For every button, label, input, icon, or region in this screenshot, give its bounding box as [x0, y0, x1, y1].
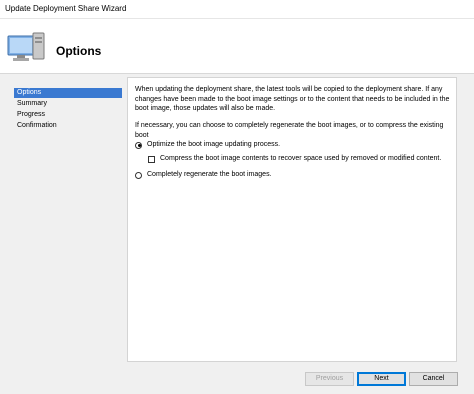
optimize-option[interactable]: Optimize the boot image updating process…	[135, 140, 280, 150]
page-title: Options	[56, 44, 102, 58]
regenerate-radio[interactable]	[135, 171, 142, 179]
regenerate-label: Completely regenerate the boot images.	[147, 171, 272, 178]
nav-item-summary[interactable]: Summary	[14, 99, 122, 109]
computer-icon	[7, 32, 45, 61]
optimize-radio[interactable]	[135, 141, 142, 149]
options-panel: When updating the deployment share, the …	[127, 77, 457, 362]
regenerate-note: If necessary, you can choose to complete…	[135, 122, 444, 139]
wizard-nav: Options Summary Progress Confirmation	[14, 88, 122, 132]
cancel-button[interactable]: Cancel	[409, 372, 458, 386]
window-title: Update Deployment Share Wizard	[5, 4, 127, 13]
nav-item-confirmation[interactable]: Confirmation	[14, 121, 122, 131]
nav-item-options[interactable]: Options	[14, 88, 122, 98]
next-button[interactable]: Next	[357, 372, 406, 386]
optimize-label: Optimize the boot image updating process…	[147, 141, 281, 148]
nav-item-progress[interactable]: Progress	[14, 110, 122, 120]
compress-label: Compress the boot image contents to reco…	[160, 155, 442, 162]
compress-option[interactable]: Compress the boot image contents to reco…	[148, 154, 441, 164]
description-text: When updating the deployment share, the …	[135, 86, 450, 112]
wizard-header: Options	[0, 19, 474, 74]
compress-checkbox[interactable]	[148, 155, 155, 163]
regenerate-option[interactable]: Completely regenerate the boot images.	[135, 170, 272, 180]
previous-button[interactable]: Previous	[305, 372, 354, 386]
title-bar: Update Deployment Share Wizard	[0, 0, 474, 19]
